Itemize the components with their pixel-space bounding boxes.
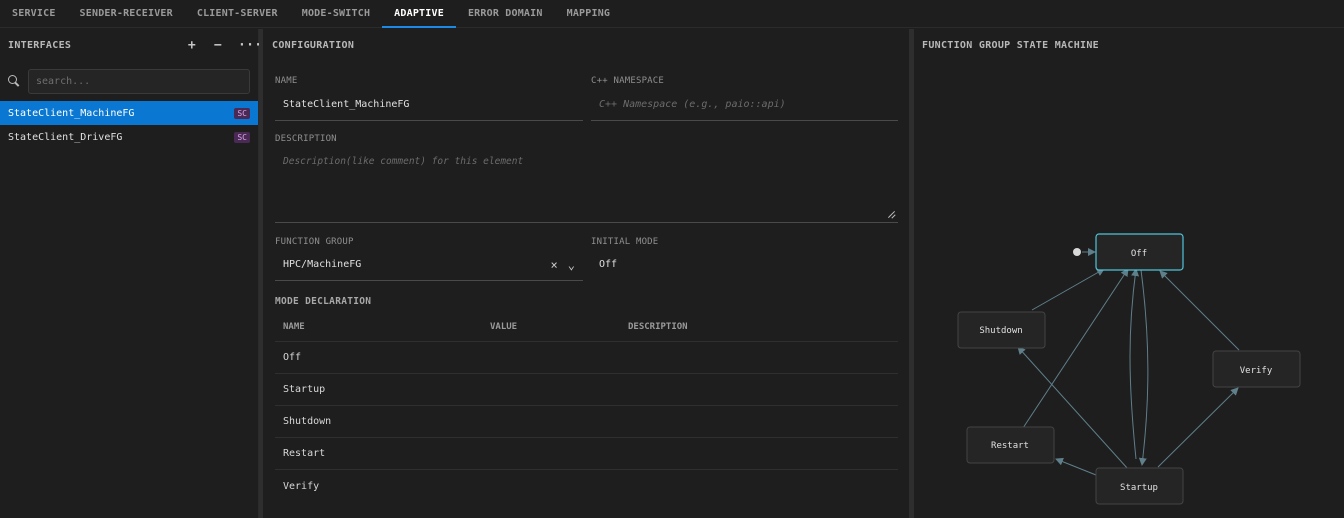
- edge-shutdown-to-off: [1031, 268, 1105, 311]
- configuration-panel: CONFIGURATION NAME StateClient_MachineFG…: [263, 29, 909, 518]
- description-placeholder: Description(like comment) for this eleme…: [283, 156, 524, 167]
- mode-name: Verify: [283, 480, 320, 492]
- initial-mode-value: Off: [599, 259, 618, 270]
- column-header-name: NAME: [283, 321, 305, 332]
- interface-type-badge: SC: [234, 107, 250, 119]
- clear-icon[interactable]: ×: [551, 258, 558, 272]
- configuration-header: CONFIGURATION: [263, 29, 909, 61]
- more-options-button[interactable]: ···: [238, 38, 262, 53]
- initial-state-dot: [1073, 248, 1081, 256]
- configuration-title: CONFIGURATION: [272, 39, 355, 51]
- mode-name: Off: [283, 352, 302, 363]
- function-group-select[interactable]: HPC/MachineFG × ⌄: [275, 253, 583, 281]
- search-input[interactable]: [28, 68, 250, 94]
- mode-name: Restart: [283, 448, 326, 459]
- edge-off-to-startup: [1138, 269, 1149, 466]
- edge-startup-to-off-a: [1129, 268, 1140, 460]
- description-textarea[interactable]: Description(like comment) for this eleme…: [275, 151, 898, 223]
- table-row[interactable]: Shutdown: [275, 406, 898, 438]
- tab-mode-switch[interactable]: MODE-SWITCH: [290, 0, 382, 28]
- function-group-label: FUNCTION GROUP: [275, 237, 354, 247]
- state-machine-panel: FUNCTION GROUP STATE MACHINE Off Shutdow…: [914, 29, 1344, 518]
- table-row[interactable]: Off: [275, 342, 898, 374]
- tab-adaptive[interactable]: ADAPTIVE: [382, 0, 456, 28]
- interface-item-label: StateClient_MachineFG: [8, 107, 135, 119]
- interfaces-panel: INTERFACES + − ··· StateClient_MachineFG…: [0, 29, 262, 518]
- interface-item-statesclient-machinefg[interactable]: StateClient_MachineFG SC: [0, 101, 258, 125]
- tab-sender-receiver[interactable]: SENDER-RECEIVER: [68, 0, 185, 28]
- tab-service[interactable]: SERVICE: [0, 0, 68, 28]
- state-node-verify-label: Verify: [1240, 366, 1273, 376]
- edge-startup-to-restart: [1055, 457, 1097, 476]
- table-row[interactable]: Startup: [275, 374, 898, 406]
- tab-mapping[interactable]: MAPPING: [555, 0, 623, 28]
- table-row[interactable]: Verify: [275, 470, 898, 502]
- description-label: DESCRIPTION: [275, 134, 337, 144]
- tab-client-server[interactable]: CLIENT-SERVER: [185, 0, 290, 28]
- state-node-off-label: Off: [1131, 249, 1147, 259]
- add-interface-button[interactable]: +: [186, 38, 198, 53]
- mode-declaration-table: NAME VALUE DESCRIPTION Off Startup Shutd…: [275, 312, 898, 502]
- interfaces-title: INTERFACES: [8, 39, 72, 51]
- table-row[interactable]: Restart: [275, 438, 898, 470]
- column-header-value: VALUE: [490, 321, 518, 332]
- column-header-description: DESCRIPTION: [628, 321, 688, 332]
- state-node-startup-label: Startup: [1120, 483, 1158, 493]
- table-header: NAME VALUE DESCRIPTION: [275, 312, 898, 342]
- name-label: NAME: [275, 76, 298, 86]
- mode-name: Shutdown: [283, 416, 332, 427]
- tab-error-domain[interactable]: ERROR DOMAIN: [456, 0, 555, 28]
- top-tabs: SERVICE SENDER-RECEIVER CLIENT-SERVER MO…: [0, 0, 1344, 28]
- name-field[interactable]: StateClient_MachineFG: [275, 93, 583, 121]
- interfaces-header: INTERFACES + − ···: [0, 29, 262, 61]
- search-icon: [8, 75, 20, 87]
- state-node-shutdown-label: Shutdown: [979, 326, 1022, 336]
- search-row: [0, 61, 258, 101]
- interface-item-label: StateClient_DriveFG: [8, 131, 123, 143]
- interface-type-badge: SC: [234, 131, 250, 143]
- interface-item-stateclient-drivefg[interactable]: StateClient_DriveFG SC: [0, 125, 258, 149]
- resize-handle-icon[interactable]: [887, 210, 895, 218]
- function-group-value: HPC/MachineFG: [283, 259, 362, 270]
- initial-mode-label: INITIAL MODE: [591, 237, 659, 247]
- chevron-down-icon[interactable]: ⌄: [568, 258, 575, 272]
- state-node-restart-label: Restart: [991, 441, 1029, 451]
- namespace-field[interactable]: C++ Namespace (e.g., paio::api): [591, 93, 898, 121]
- edge-verify-to-off: [1159, 270, 1240, 351]
- namespace-label: C++ NAMESPACE: [591, 76, 665, 86]
- remove-interface-button[interactable]: −: [212, 38, 224, 53]
- mode-name: Startup: [283, 384, 326, 395]
- state-machine-diagram: Off Shutdown Verify Restart Startup: [957, 233, 1301, 505]
- edge-startup-to-verify: [1157, 387, 1239, 468]
- mode-declaration-title: MODE DECLARATION: [275, 296, 372, 307]
